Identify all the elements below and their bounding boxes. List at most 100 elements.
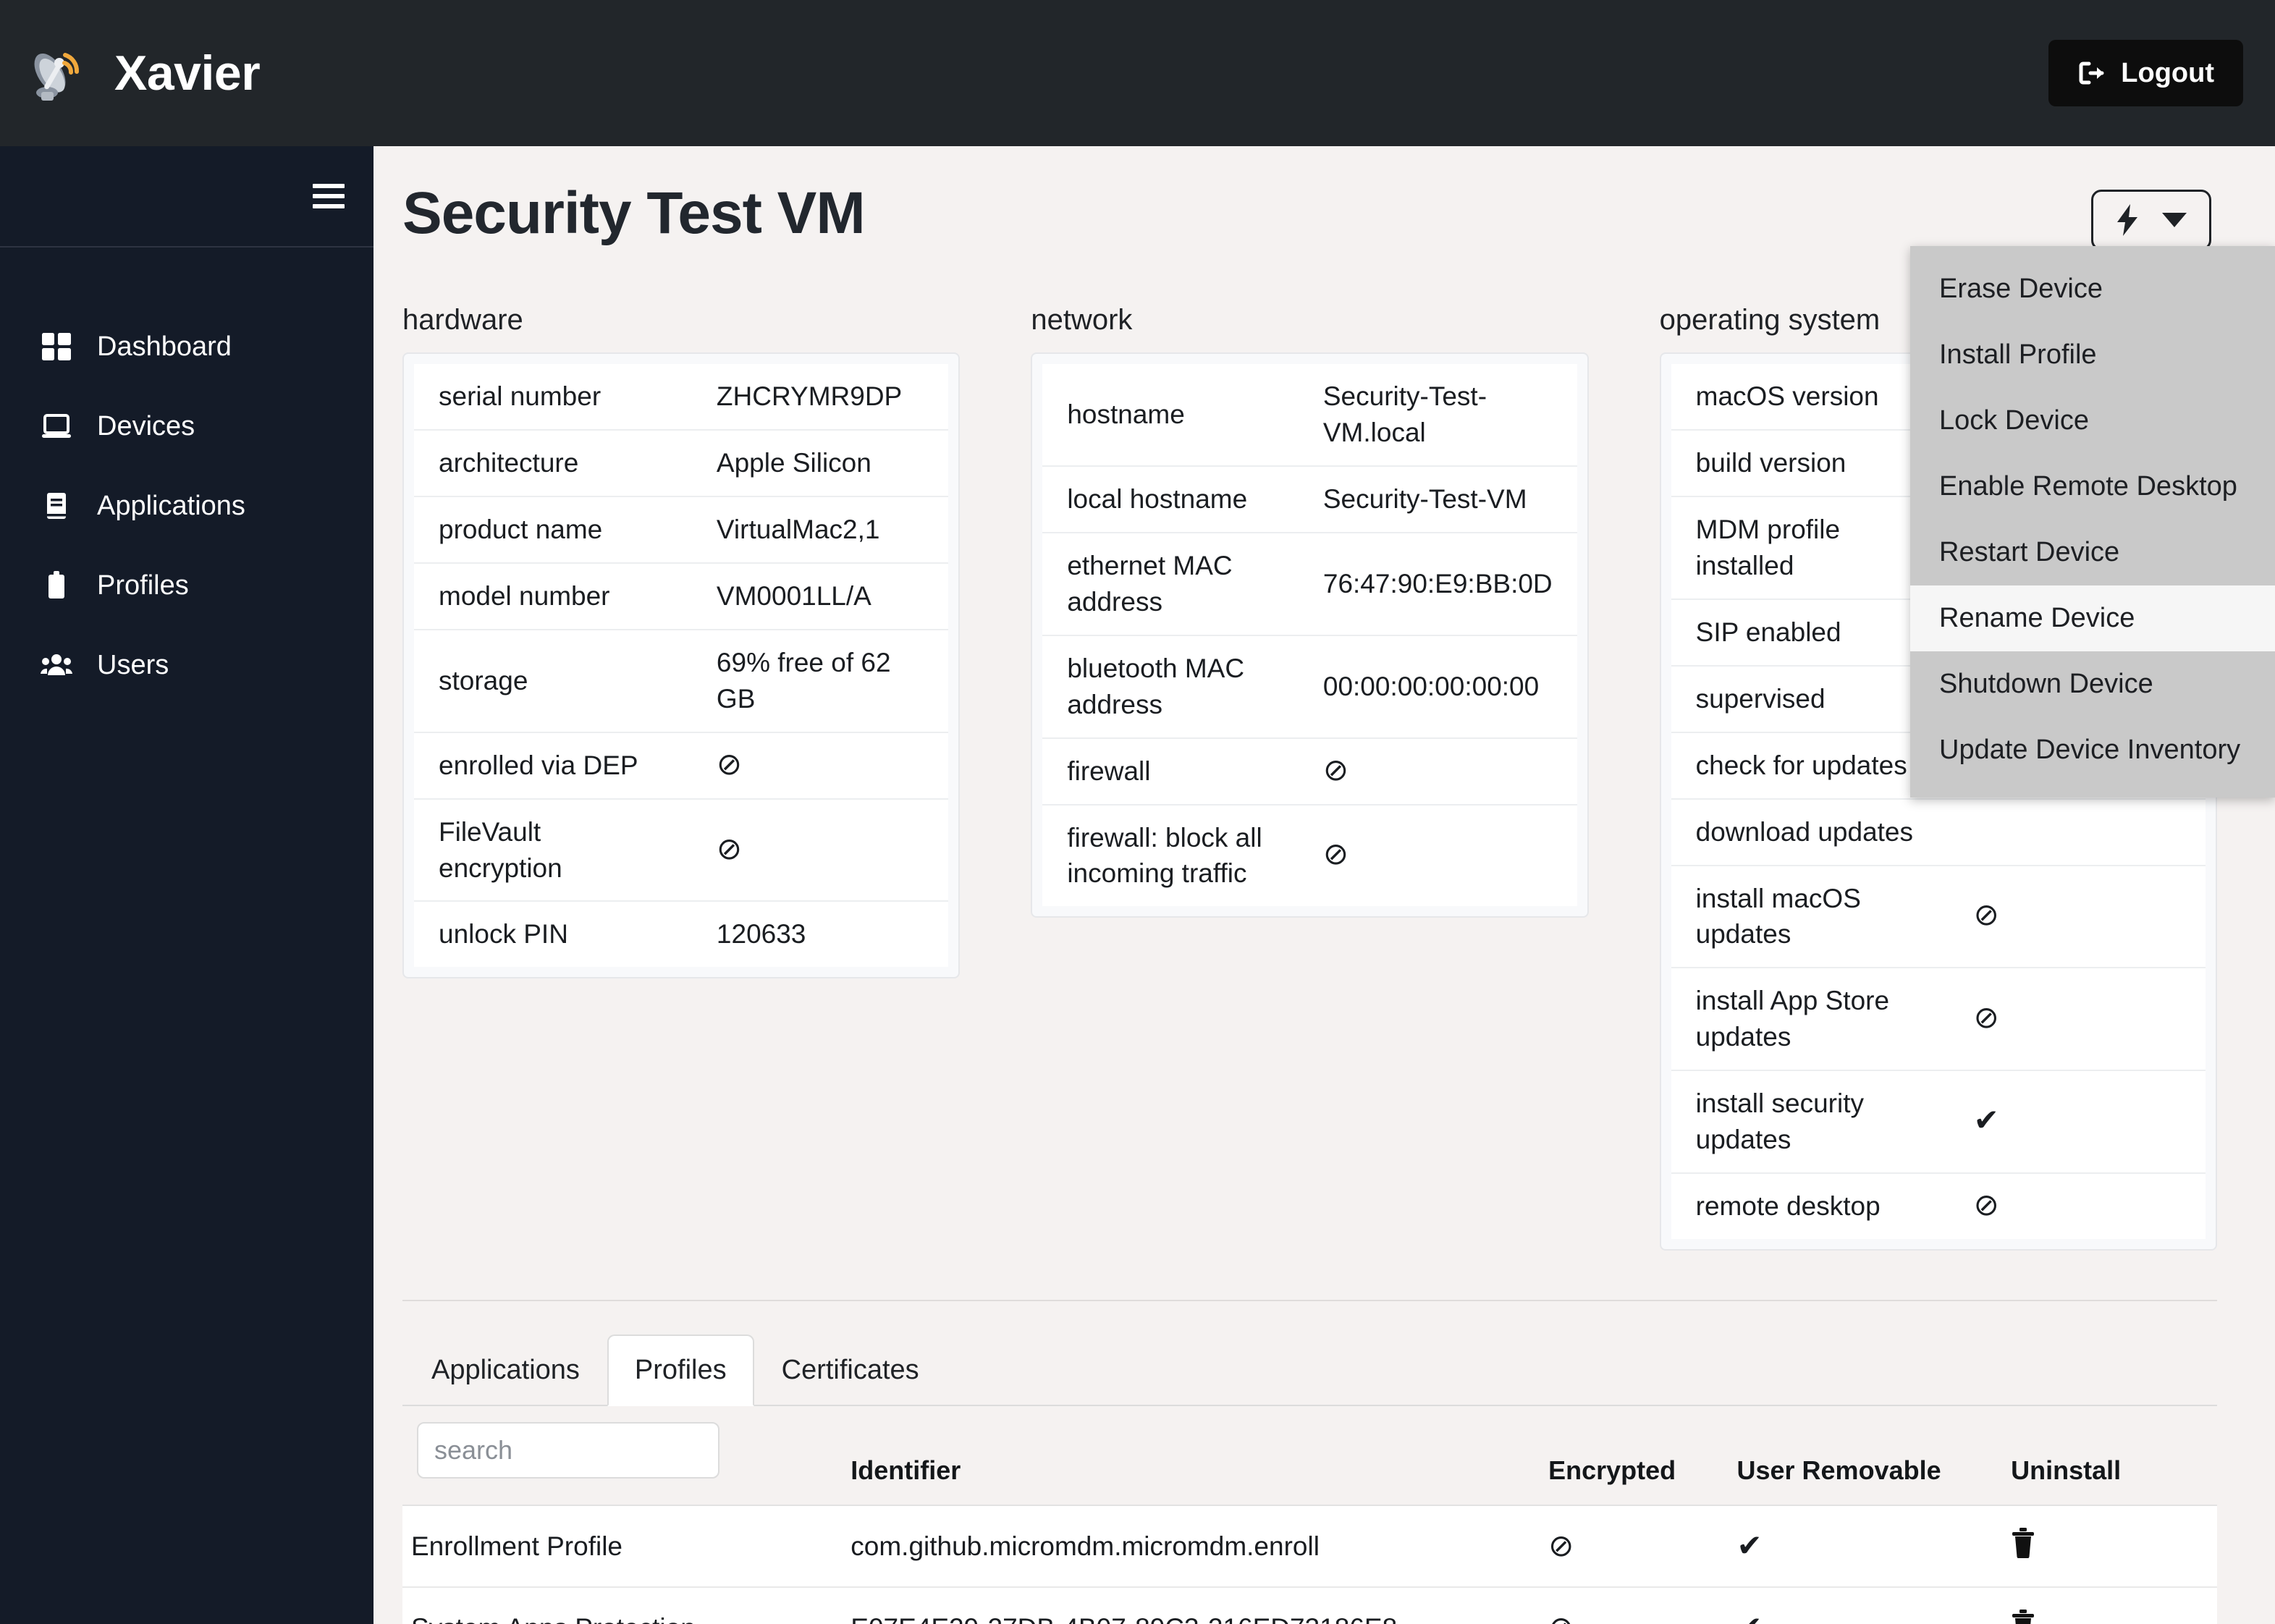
search-input[interactable] [417, 1422, 719, 1479]
table-row: enrolled via DEP ⊘ [414, 732, 949, 800]
table-row: serial number ZHCRYMR9DP [414, 364, 949, 431]
network-label: network [1031, 304, 1133, 336]
hardware-label: hardware [402, 304, 523, 336]
sidebar-item-profiles[interactable]: Profiles [0, 546, 373, 625]
row-key: install macOS updates [1671, 865, 1949, 969]
hardware-table: serial number ZHCRYMR9DP architecture Appl… [414, 364, 949, 968]
row-value [1949, 798, 2206, 866]
col-header-encrypted: Encrypted [1548, 1406, 1737, 1507]
row-key: check for updates [1671, 732, 1949, 800]
trash-icon[interactable] [2011, 1610, 2035, 1624]
grid-icon [41, 331, 72, 363]
profile-identifier: E07E4E29-27DB-4B07-89C3-216ED73186E8 [851, 1587, 1549, 1624]
check-icon: ✔ [1736, 1528, 1763, 1562]
network-section: network hostname Security-Test-VM.local l… [1031, 304, 1589, 918]
table-row: product name VirtualMac2,1 [414, 496, 949, 564]
tab-applications[interactable]: Applications [404, 1335, 607, 1406]
table-row[interactable]: Enrollment Profile com.github.micromdm.m… [402, 1505, 2217, 1589]
sidebar-item-applications[interactable]: Applications [0, 466, 373, 546]
satellite-dish-icon [26, 41, 90, 105]
menu-item-shutdown-device[interactable]: Shutdown Device [1910, 651, 2275, 717]
menu-item-restart-device[interactable]: Restart Device [1910, 520, 2275, 585]
menu-item-enable-remote-desktop[interactable]: Enable Remote Desktop [1910, 454, 2275, 520]
logout-button[interactable]: Logout [2048, 40, 2243, 106]
row-key: MDM profile installed [1671, 496, 1949, 600]
sidebar-item-label: Applications [97, 490, 245, 521]
top-bar: Xavier Logout [0, 0, 2275, 146]
prohibited-icon: ⊘ [1548, 1612, 1574, 1624]
clipboard-icon [41, 570, 72, 601]
row-key: architecture [414, 429, 692, 497]
table-row[interactable]: System Apps Protection E07E4E29-27DB-4B0… [402, 1587, 2217, 1624]
row-value: Apple Silicon [691, 429, 949, 497]
table-row: bluetooth MAC address 00:00:00:00:00:00 [1042, 635, 1577, 739]
row-key: install security updates [1671, 1070, 1949, 1175]
row-key: serial number [414, 364, 692, 431]
row-key: supervised [1671, 665, 1949, 733]
trash-icon[interactable] [2011, 1528, 2035, 1559]
profiles-table: Identifier Encrypted User Removable Unin… [402, 1406, 2217, 1624]
row-value: 69% free of 62 GB [691, 629, 949, 733]
brand[interactable]: Xavier [26, 41, 261, 105]
lightning-bolt-icon [2116, 204, 2140, 236]
row-value: VirtualMac2,1 [691, 496, 949, 564]
sidebar-item-devices[interactable]: Devices [0, 386, 373, 466]
table-row: install security updates ✔ [1671, 1070, 2206, 1175]
row-value: VM0001LL/A [691, 562, 949, 630]
menu-item-install-profile[interactable]: Install Profile [1910, 322, 2275, 388]
check-icon: ✔ [1736, 1612, 1762, 1624]
row-key: build version [1671, 429, 1949, 497]
row-key: product name [414, 496, 692, 564]
table-row: architecture Apple Silicon [414, 429, 949, 497]
row-value: Security-Test-VM.local [1298, 364, 1577, 467]
row-value: Security-Test-VM [1298, 465, 1577, 533]
row-key: enrolled via DEP [414, 732, 692, 800]
table-row: storage 69% free of 62 GB [414, 629, 949, 733]
sign-out-icon [2077, 59, 2106, 88]
row-key: model number [414, 562, 692, 630]
table-header-row: Identifier Encrypted User Removable Unin… [402, 1406, 2217, 1507]
row-value: 00:00:00:00:00:00 [1298, 635, 1577, 739]
logout-label: Logout [2121, 57, 2214, 88]
col-header-user-removable: User Removable [1736, 1406, 2012, 1507]
sidebar: Dashboard Devices Applications Profiles … [0, 146, 373, 1624]
prohibited-icon: ⊘ [1322, 752, 1349, 787]
menu-item-erase-device[interactable]: Erase Device [1910, 256, 2275, 322]
tab-bar: Applications Profiles Certificates [404, 1335, 2217, 1407]
check-icon: ✔ [1973, 1103, 1999, 1138]
profile-identifier: com.github.micromdm.micromdm.enroll [851, 1505, 1549, 1589]
device-actions-button[interactable] [2091, 190, 2211, 250]
hardware-section: hardware serial number ZHCRYMR9DP archite… [402, 304, 961, 979]
app-root: Xavier Logout Dashboard Devices Applicat… [0, 0, 2275, 1624]
table-row: install App Store updates ⊘ [1671, 968, 2206, 1072]
col-header-identifier: Identifier [851, 1406, 1549, 1507]
sidebar-item-users[interactable]: Users [0, 625, 373, 705]
tab-profiles[interactable]: Profiles [607, 1335, 754, 1407]
sidebar-item-label: Users [97, 649, 169, 680]
menu-item-lock-device[interactable]: Lock Device [1910, 388, 2275, 454]
col-header-uninstall: Uninstall [2011, 1406, 2217, 1507]
profile-name: Enrollment Profile [402, 1505, 851, 1589]
sidebar-item-dashboard[interactable]: Dashboard [0, 307, 373, 386]
sidebar-item-label: Dashboard [97, 331, 232, 362]
row-key: SIP enabled [1671, 599, 1949, 667]
table-row: install macOS updates ⊘ [1671, 865, 2206, 969]
bottom-tabs-section: Applications Profiles Certificates Iden [402, 1300, 2217, 1624]
profile-name: System Apps Protection [402, 1587, 851, 1624]
table-row: unlock PIN 120633 [414, 901, 948, 967]
prohibited-icon: ⊘ [716, 831, 743, 866]
menu-item-rename-device[interactable]: Rename Device [1910, 585, 2275, 651]
book-icon [41, 490, 72, 522]
menu-item-update-device-inventory[interactable]: Update Device Inventory [1910, 717, 2275, 783]
table-row: download updates [1671, 798, 2206, 866]
row-value: 76:47:90:E9:BB:0D [1298, 532, 1577, 636]
row-key: install App Store updates [1671, 968, 1949, 1072]
table-row: firewall ⊘ [1042, 737, 1577, 805]
sidebar-nav: Dashboard Devices Applications Profiles … [0, 248, 373, 705]
table-row: model number VM0001LL/A [414, 562, 949, 630]
prohibited-icon: ⊘ [1548, 1528, 1574, 1562]
hardware-card: serial number ZHCRYMR9DP architecture Appl… [402, 352, 961, 979]
hamburger-icon[interactable] [313, 184, 345, 208]
tab-certificates[interactable]: Certificates [754, 1335, 947, 1406]
row-key: storage [414, 629, 692, 733]
